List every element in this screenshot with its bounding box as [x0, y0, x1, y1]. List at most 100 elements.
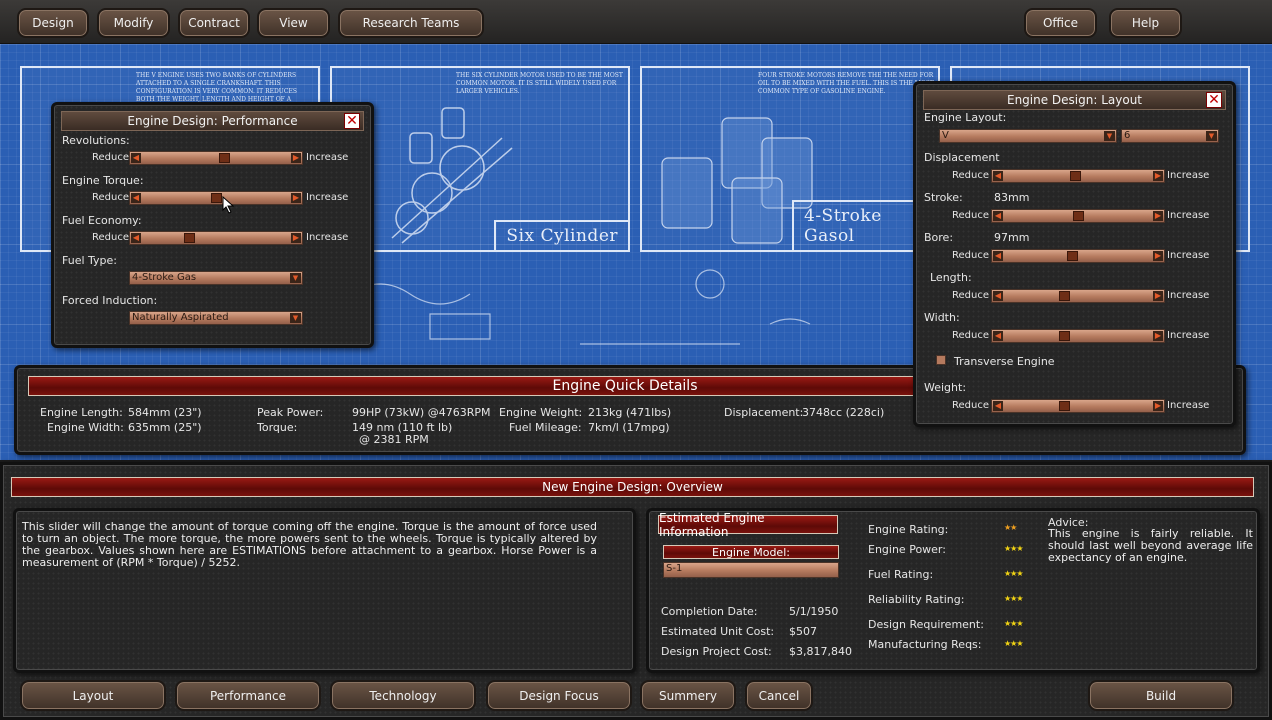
arrow-right-icon[interactable]: ▶: [291, 153, 301, 163]
mouse-cursor-icon: [222, 196, 235, 214]
engine-torque-slider[interactable]: ◀ ▶: [129, 191, 303, 205]
stroke-increase-label: Increase: [1167, 210, 1210, 221]
design-requirement-label: Design Requirement:: [868, 618, 984, 631]
manufacturing-reqs-stars: ★★★: [1004, 639, 1023, 648]
close-icon[interactable]: ✕: [1206, 92, 1222, 108]
arrow-right-icon[interactable]: ▶: [1153, 251, 1163, 261]
arrow-right-icon[interactable]: ▶: [1153, 401, 1163, 411]
bore-increase-label: Increase: [1167, 250, 1210, 261]
width-slider[interactable]: ◀ ▶: [991, 329, 1165, 343]
fuel-rating-label: Fuel Rating:: [868, 568, 934, 581]
project-cost-label: Design Project Cost:: [661, 645, 772, 658]
slider-knob[interactable]: [218, 153, 230, 163]
slider-knob[interactable]: [1069, 171, 1081, 181]
performance-tab-button[interactable]: Performance: [175, 680, 321, 711]
layout-panel: Engine Design: Layout ✕ Engine Layout: V…: [913, 81, 1236, 427]
performance-panel: Engine Design: Performance ✕ Revolutions…: [51, 102, 374, 348]
slider-knob[interactable]: [1072, 211, 1084, 221]
length-increase-label: Increase: [1167, 290, 1210, 301]
arrow-left-icon[interactable]: ◀: [131, 233, 141, 243]
forced-induction-dropdown[interactable]: Naturally Aspirated ▼: [129, 311, 303, 325]
bore-slider[interactable]: ◀ ▶: [991, 249, 1165, 263]
arrow-right-icon[interactable]: ▶: [1153, 171, 1163, 181]
performance-panel-title: Engine Design: Performance ✕: [61, 111, 364, 131]
arrow-right-icon[interactable]: ▶: [1153, 211, 1163, 221]
design-focus-tab-button[interactable]: Design Focus: [486, 680, 632, 711]
arrow-right-icon[interactable]: ▶: [291, 193, 301, 203]
arrow-left-icon[interactable]: ◀: [993, 331, 1003, 341]
reliability-rating-stars: ★★★: [1004, 594, 1023, 603]
blueprint-blurb: Four stroke motors remove the the need f…: [758, 72, 934, 95]
arrow-left-icon[interactable]: ◀: [993, 211, 1003, 221]
summery-tab-button[interactable]: Summery: [640, 680, 736, 711]
length-slider[interactable]: ◀ ▶: [991, 289, 1165, 303]
fuel-economy-increase-label: Increase: [306, 232, 349, 243]
fuel-economy-slider[interactable]: ◀ ▶: [129, 231, 303, 245]
forced-induction-value: Naturally Aspirated: [132, 312, 229, 323]
displacement-slider[interactable]: ◀ ▶: [991, 169, 1165, 183]
project-cost-value: $3,817,840: [789, 645, 852, 658]
close-icon[interactable]: ✕: [344, 113, 360, 129]
help-button[interactable]: Help: [1109, 8, 1182, 38]
engine-weight-label: Engine Weight:: [499, 406, 583, 419]
stroke-label: Stroke:: [924, 191, 963, 204]
slider-knob[interactable]: [1058, 401, 1070, 411]
fuel-mileage-value: 7km/l (17mpg): [588, 421, 670, 434]
torque-label: Torque:: [257, 421, 298, 434]
design-menu-button[interactable]: Design: [17, 8, 89, 38]
fuel-type-dropdown[interactable]: 4-Stroke Gas ▼: [129, 271, 303, 285]
slider-knob[interactable]: [184, 233, 196, 243]
weight-slider[interactable]: ◀ ▶: [991, 399, 1165, 413]
arrow-right-icon[interactable]: ▶: [1153, 331, 1163, 341]
chevron-down-icon[interactable]: ▼: [290, 273, 301, 283]
layout-title-text: Engine Design: Layout: [1006, 93, 1143, 107]
layout-tab-button[interactable]: Layout: [20, 680, 166, 711]
cylinder-count-dropdown[interactable]: 6 ▼: [1121, 129, 1219, 143]
weight-increase-label: Increase: [1167, 400, 1210, 411]
arrow-left-icon[interactable]: ◀: [993, 401, 1003, 411]
chevron-down-icon[interactable]: ▼: [1104, 131, 1115, 141]
performance-title-text: Engine Design: Performance: [127, 114, 298, 128]
view-menu-button[interactable]: View: [257, 8, 330, 38]
bore-reduce-label: Reduce: [952, 250, 989, 261]
revolutions-slider[interactable]: ◀ ▶: [129, 151, 303, 165]
engine-power-label: Engine Power:: [868, 543, 946, 556]
displacement-value: 3748cc (228ci): [802, 406, 885, 419]
cancel-button[interactable]: Cancel: [745, 680, 813, 711]
advice-text: This engine is fairly reliable. It shoul…: [1048, 527, 1253, 564]
arrow-right-icon[interactable]: ▶: [291, 233, 301, 243]
description-text: This slider will change the amount of to…: [22, 520, 597, 569]
build-button[interactable]: Build: [1088, 680, 1234, 711]
engine-length-value: 584mm (23"): [128, 406, 202, 419]
slider-knob[interactable]: [1058, 291, 1070, 301]
arrow-left-icon[interactable]: ◀: [131, 153, 141, 163]
chevron-down-icon[interactable]: ▼: [290, 313, 301, 323]
stroke-slider[interactable]: ◀ ▶: [991, 209, 1165, 223]
transverse-engine-label: Transverse Engine: [954, 355, 1055, 368]
arrow-left-icon[interactable]: ◀: [993, 291, 1003, 301]
reliability-rating-label: Reliability Rating:: [868, 593, 965, 606]
modify-menu-button[interactable]: Modify: [97, 8, 170, 38]
engine-layout-dropdown[interactable]: V ▼: [939, 129, 1117, 143]
engine-layout-label: Engine Layout:: [924, 111, 1007, 124]
cylinder-count-value: 6: [1124, 130, 1131, 141]
length-reduce-label: Reduce: [952, 290, 989, 301]
engine-model-value: S-1: [666, 563, 683, 574]
transverse-engine-checkbox[interactable]: [936, 355, 946, 365]
chevron-down-icon[interactable]: ▼: [1206, 131, 1217, 141]
arrow-left-icon[interactable]: ◀: [993, 171, 1003, 181]
slider-knob[interactable]: [210, 193, 222, 203]
contract-menu-button[interactable]: Contract: [178, 8, 250, 38]
arrow-right-icon[interactable]: ▶: [1153, 291, 1163, 301]
engine-model-field[interactable]: S-1: [663, 562, 839, 578]
slider-knob[interactable]: [1067, 251, 1079, 261]
slider-knob[interactable]: [1058, 331, 1070, 341]
arrow-left-icon[interactable]: ◀: [993, 251, 1003, 261]
fuel-type-label: Fuel Type:: [62, 254, 117, 267]
research-teams-button[interactable]: Research Teams: [338, 8, 484, 38]
weight-reduce-label: Reduce: [952, 400, 989, 411]
office-button[interactable]: Office: [1024, 8, 1097, 38]
technology-tab-button[interactable]: Technology: [330, 680, 476, 711]
arrow-left-icon[interactable]: ◀: [131, 193, 141, 203]
layout-panel-title: Engine Design: Layout ✕: [923, 90, 1226, 110]
